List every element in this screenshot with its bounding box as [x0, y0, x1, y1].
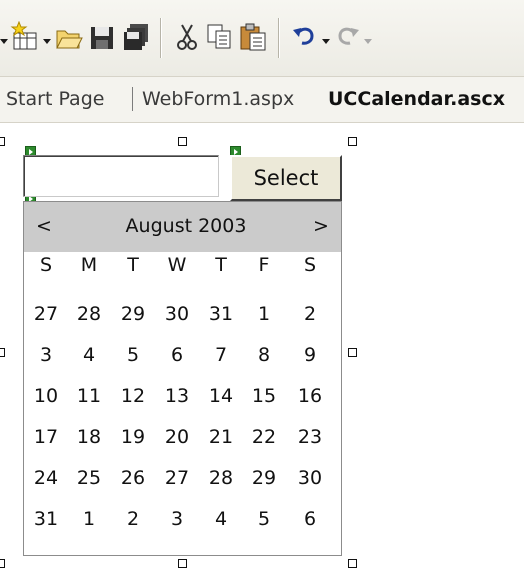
- save-all-icon[interactable]: [121, 21, 151, 53]
- selection-handle[interactable]: [348, 559, 357, 568]
- calendar-control[interactable]: < August 2003 > S M T W T F S 27 28 29 30 31…: [23, 201, 342, 556]
- calendar-day-cell[interactable]: 21: [201, 426, 241, 448]
- day-header: F: [258, 254, 270, 276]
- copy-icon[interactable]: [204, 21, 234, 53]
- calendar-day-cell[interactable]: 13: [157, 385, 197, 407]
- calendar-day-cell[interactable]: 31: [201, 303, 241, 325]
- open-file-icon[interactable]: [54, 21, 84, 53]
- calendar-day-cell[interactable]: 17: [26, 426, 66, 448]
- calendar-day-cell[interactable]: 10: [26, 385, 66, 407]
- calendar-day-cell[interactable]: 30: [157, 303, 197, 325]
- document-tabs: Start Page WebForm1.aspx UCCalendar.ascx: [0, 77, 524, 123]
- calendar-day-cell[interactable]: 12: [113, 385, 153, 407]
- calendar-day-cell[interactable]: 30: [290, 467, 330, 489]
- calendar-day-cell[interactable]: 27: [157, 467, 197, 489]
- calendar-day-cell[interactable]: 14: [201, 385, 241, 407]
- toolbar-separator: [160, 18, 162, 58]
- date-textbox[interactable]: [23, 155, 219, 197]
- calendar-day-cell[interactable]: 24: [26, 467, 66, 489]
- calendar-day-cell[interactable]: 4: [69, 344, 109, 366]
- day-header: S: [39, 254, 53, 276]
- toolbar-separator: [278, 18, 280, 58]
- calendar-day-cell[interactable]: 29: [113, 303, 153, 325]
- day-header: T: [127, 254, 139, 276]
- calendar-day-cell[interactable]: 4: [201, 508, 241, 530]
- chevron-down-icon: [364, 39, 372, 44]
- selection-handle[interactable]: [178, 137, 187, 146]
- calendar-day-cell[interactable]: 31: [26, 508, 66, 530]
- calendar-day-cell[interactable]: 25: [69, 467, 109, 489]
- calendar-day-cell[interactable]: 20: [157, 426, 197, 448]
- calendar-title-bar: < August 2003 >: [24, 202, 341, 252]
- chevron-down-icon[interactable]: [0, 39, 8, 44]
- calendar-day-cell[interactable]: 1: [69, 508, 109, 530]
- tab-webform1[interactable]: WebForm1.aspx: [142, 86, 294, 112]
- cut-icon[interactable]: [172, 21, 202, 53]
- calendar-day-cell[interactable]: 15: [244, 385, 284, 407]
- calendar-day-cell[interactable]: 3: [157, 508, 197, 530]
- calendar-day-cell[interactable]: 27: [26, 303, 66, 325]
- calendar-day-cell[interactable]: 23: [290, 426, 330, 448]
- paste-icon[interactable]: [238, 21, 268, 53]
- redo-icon[interactable]: [334, 21, 364, 53]
- calendar-day-cell[interactable]: 16: [290, 385, 330, 407]
- calendar-day-cell[interactable]: 2: [290, 303, 330, 325]
- selection-handle[interactable]: [178, 559, 187, 568]
- calendar-day-cell[interactable]: 5: [113, 344, 153, 366]
- tab-uccalendar[interactable]: UCCalendar.ascx: [328, 86, 505, 112]
- selection-handle[interactable]: [348, 137, 357, 146]
- select-button[interactable]: Select: [230, 155, 342, 201]
- calendar-day-cell[interactable]: 19: [113, 426, 153, 448]
- calendar-day-cell[interactable]: 29: [244, 467, 284, 489]
- calendar-day-cell[interactable]: 1: [244, 303, 284, 325]
- day-header: M: [80, 254, 98, 276]
- undo-icon[interactable]: [290, 21, 320, 53]
- calendar-day-cell[interactable]: 6: [290, 508, 330, 530]
- calendar-day-cell[interactable]: 6: [157, 344, 197, 366]
- standard-toolbar: [0, 0, 524, 77]
- day-header: T: [215, 254, 227, 276]
- calendar-day-cell[interactable]: 28: [69, 303, 109, 325]
- prev-month-link[interactable]: <: [34, 215, 54, 237]
- selection-handle[interactable]: [0, 348, 5, 357]
- calendar-day-cell[interactable]: 2: [113, 508, 153, 530]
- next-month-link[interactable]: >: [311, 215, 331, 237]
- calendar-day-cell[interactable]: 22: [244, 426, 284, 448]
- selection-handle[interactable]: [0, 559, 5, 568]
- calendar-day-cell[interactable]: 3: [26, 344, 66, 366]
- calendar-day-cell[interactable]: 8: [244, 344, 284, 366]
- calendar-day-cell[interactable]: 7: [201, 344, 241, 366]
- tab-separator: [132, 87, 133, 111]
- tab-start-page[interactable]: Start Page: [6, 86, 104, 112]
- chevron-down-icon[interactable]: [43, 39, 51, 44]
- calendar-day-cell[interactable]: 11: [69, 385, 109, 407]
- calendar-day-cell[interactable]: 9: [290, 344, 330, 366]
- day-header: S: [303, 254, 317, 276]
- calendar-day-cell[interactable]: 18: [69, 426, 109, 448]
- chevron-down-icon[interactable]: [322, 39, 330, 44]
- save-icon[interactable]: [87, 21, 117, 53]
- calendar-day-cell[interactable]: 5: [244, 508, 284, 530]
- selection-handle[interactable]: [0, 137, 5, 146]
- day-header: W: [167, 254, 187, 276]
- selection-handle[interactable]: [348, 348, 357, 357]
- calendar-day-cell[interactable]: 26: [113, 467, 153, 489]
- calendar-month-title: August 2003: [125, 215, 247, 237]
- calendar-day-cell[interactable]: 28: [201, 467, 241, 489]
- new-project-icon[interactable]: [10, 21, 40, 53]
